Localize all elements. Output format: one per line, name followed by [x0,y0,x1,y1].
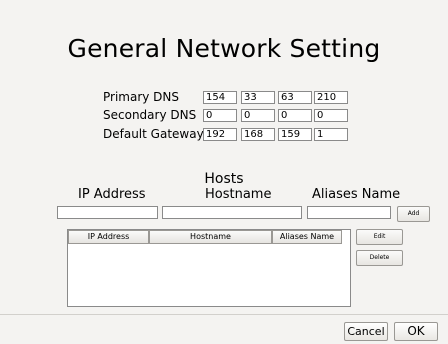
ip-address-input[interactable] [57,206,158,219]
gateway-octet-1[interactable]: 192 [203,128,237,141]
footer-divider [0,314,448,315]
secondary-dns-octet-2[interactable]: 0 [241,109,275,122]
add-button[interactable]: Add [397,206,430,222]
hostname-label: Hostname [205,187,272,202]
gateway-octet-3[interactable]: 159 [278,128,312,141]
ok-button[interactable]: OK [394,322,438,341]
aliases-name-label: Aliases Name [312,187,401,202]
ip-address-label: IP Address [78,187,146,202]
secondary-dns-octet-3[interactable]: 0 [278,109,312,122]
primary-dns-label: Primary DNS [103,90,180,104]
secondary-dns-label: Secondary DNS [103,108,197,122]
column-header-ip-address[interactable]: IP Address [68,230,149,244]
gateway-octet-4[interactable]: 1 [314,128,348,141]
gateway-octet-2[interactable]: 168 [241,128,275,141]
default-gateway-label: Default Gateway [103,127,204,141]
cancel-button[interactable]: Cancel [344,322,388,341]
delete-button[interactable]: Delete [356,250,403,266]
aliases-name-input[interactable] [307,206,391,219]
primary-dns-octet-2[interactable]: 33 [241,91,275,104]
hosts-title: Hosts [204,171,244,187]
primary-dns-octet-4[interactable]: 210 [314,91,348,104]
column-header-aliases-name[interactable]: Aliases Name [272,230,342,244]
hostname-input[interactable] [162,206,302,219]
column-header-hostname[interactable]: Hostname [149,230,272,244]
secondary-dns-octet-1[interactable]: 0 [203,109,237,122]
primary-dns-octet-1[interactable]: 154 [203,91,237,104]
secondary-dns-octet-4[interactable]: 0 [314,109,348,122]
primary-dns-octet-3[interactable]: 63 [278,91,312,104]
page-title: General Network Setting [67,34,381,63]
edit-button[interactable]: Edit [356,229,403,245]
